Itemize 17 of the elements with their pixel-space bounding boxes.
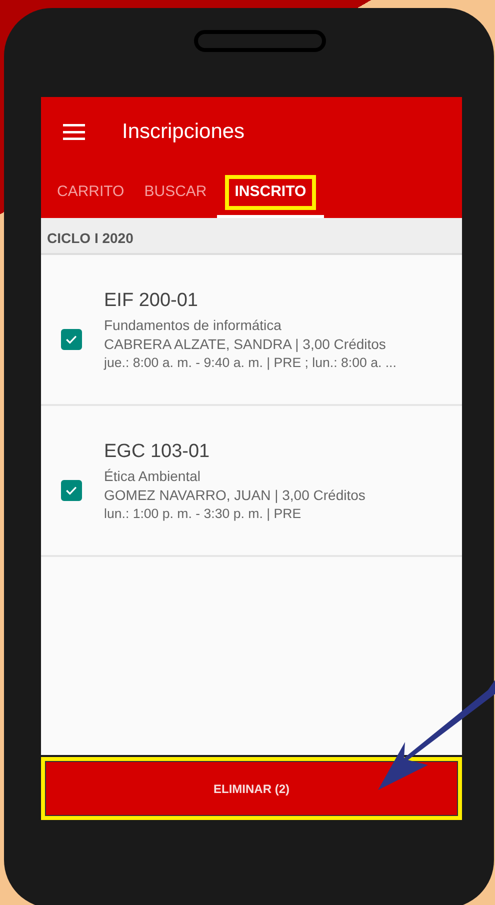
course-name: Ética Ambiental xyxy=(104,468,202,484)
tab[interactable]: INSCRITO xyxy=(216,167,324,218)
course-item[interactable]: EGC 103-01 Ética Ambiental GOMEZ NAVARRO, JUAN | 3,00 Créditos lun.: 1:00 p. m. - 3:30 p. m. | PRE xyxy=(41,406,462,557)
course-name: Fundamentos de informática xyxy=(104,316,282,332)
course-code: EGC 103-01 xyxy=(104,440,211,462)
section-header: CICLO I 2020 xyxy=(41,218,462,255)
course-item[interactable]: EIF 200-01 Fundamentos de informática CABRERA ALZATE, SANDRA | 3,00 Créditos jue.: 8:00 a. m. - 9:40 a. m. | PRE ; lun.: 8:00 a. ... xyxy=(41,255,462,406)
app-title: Inscripciones xyxy=(122,120,245,144)
checkbox[interactable] xyxy=(61,329,82,350)
instructor-credits: GOMEZ NAVARRO, JUAN | 3,00 Créditos xyxy=(104,486,366,502)
course-schedule: jue.: 8:00 a. m. - 9:40 a. m. | PRE ; lun.: 8:00 a. ... xyxy=(104,354,396,370)
checkbox[interactable] xyxy=(61,480,82,501)
delete-button[interactable]: ELIMINAR (2) xyxy=(41,757,462,820)
instructor-credits: CABRERA ALZATE, SANDRA | 3,00 Créditos xyxy=(104,336,387,352)
course-schedule: lun.: 1:00 p. m. - 3:30 p. m. | PRE xyxy=(104,506,302,520)
menu-icon[interactable] xyxy=(63,124,85,140)
course-code: EIF 200-01 xyxy=(104,290,199,312)
